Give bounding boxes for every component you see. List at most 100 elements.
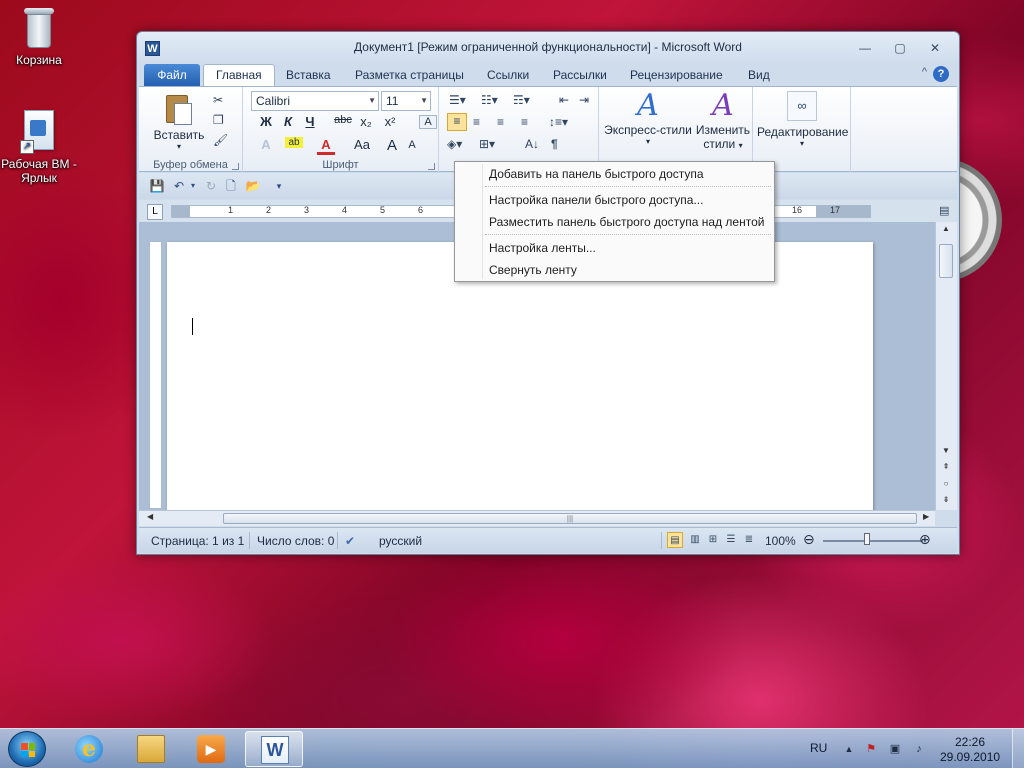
menu-item-show-qat-above[interactable]: Разместить панель быстрого доступа над л… xyxy=(489,215,764,229)
menu-item-add-to-qat[interactable]: Добавить на панель быстрого доступа xyxy=(489,167,704,181)
change-case-button[interactable]: Aa xyxy=(351,137,373,152)
zoom-slider-knob[interactable] xyxy=(864,533,870,545)
italic-button[interactable]: К xyxy=(279,114,297,129)
decrease-indent-icon[interactable]: ⇤ xyxy=(559,93,569,107)
volume-icon[interactable]: ♪ xyxy=(912,742,926,756)
document-page[interactable] xyxy=(167,242,873,510)
title-bar[interactable]: W Документ1 [Режим ограниченной функцион… xyxy=(137,32,959,62)
new-document-icon[interactable]: 🗋 xyxy=(223,178,239,194)
undo-dropdown-icon[interactable]: ▾ xyxy=(185,178,201,194)
clipboard-dialog-launcher[interactable] xyxy=(232,163,239,170)
open-folder-icon[interactable]: 📂 xyxy=(245,178,261,194)
vertical-scroll-thumb[interactable] xyxy=(939,244,953,278)
clear-formatting-icon[interactable]: A xyxy=(419,115,437,129)
scroll-left-icon[interactable]: ◀ xyxy=(147,512,153,521)
zoom-out-icon[interactable]: ⊖ xyxy=(803,531,815,548)
line-spacing-icon[interactable]: ↕≡▾ xyxy=(549,115,568,129)
language-bar[interactable]: RU xyxy=(810,729,840,768)
network-icon[interactable]: ▣ xyxy=(888,742,902,756)
customize-qat-icon[interactable]: ▾ xyxy=(271,178,287,194)
previous-page-icon[interactable]: ⇞ xyxy=(936,462,956,471)
help-icon[interactable]: ? xyxy=(933,66,949,82)
zoom-level[interactable]: 100% xyxy=(765,534,796,548)
paste-button[interactable]: Вставить ▾ xyxy=(151,91,207,151)
grow-font-button[interactable]: A xyxy=(383,137,401,154)
tab-page-layout[interactable]: Разметка страницы xyxy=(355,68,464,82)
redo-icon[interactable]: ↻ xyxy=(203,178,219,194)
desktop-icon-vm-shortcut[interactable]: ↗ Рабочая ВМ - Ярлык xyxy=(1,110,77,185)
vertical-ruler[interactable] xyxy=(149,241,162,509)
scroll-up-icon[interactable]: ▲ xyxy=(936,224,956,233)
input-language[interactable]: RU xyxy=(810,741,827,755)
taskbar-clock[interactable]: 22:26 29.09.2010 xyxy=(940,735,1000,765)
taskbar-windows-explorer[interactable] xyxy=(122,731,180,767)
full-screen-reading-icon[interactable]: ▥ xyxy=(687,532,703,548)
print-layout-view-icon[interactable]: ▤ xyxy=(667,532,683,548)
menu-item-customize-qat[interactable]: Настройка панели быстрого доступа... xyxy=(489,193,703,207)
tab-home[interactable]: Главная xyxy=(203,64,275,86)
tab-selector[interactable]: L xyxy=(147,204,163,220)
borders-icon[interactable]: ⊞▾ xyxy=(479,137,495,151)
strikethrough-button[interactable]: abc xyxy=(331,114,355,126)
scroll-right-icon[interactable]: ▶ xyxy=(923,512,929,521)
tab-view[interactable]: Вид xyxy=(748,68,770,82)
save-icon[interactable]: 💾 xyxy=(149,178,165,194)
page-count[interactable]: Страница: 1 из 1 xyxy=(151,534,244,548)
select-browse-object-icon[interactable]: ○ xyxy=(936,479,956,488)
zoom-in-icon[interactable]: ⊕ xyxy=(919,531,931,548)
underline-button[interactable]: Ч xyxy=(301,114,319,129)
start-button[interactable] xyxy=(8,731,46,767)
cut-icon[interactable]: ✂ xyxy=(213,93,223,107)
proofing-icon[interactable]: ✔ xyxy=(345,534,355,548)
change-styles-button[interactable]: A Изменить стили ▾ xyxy=(695,89,751,152)
subscript-button[interactable]: x₂ xyxy=(357,114,375,129)
show-desktop-button[interactable] xyxy=(1012,729,1024,768)
horizontal-scrollbar[interactable]: ◀ ||| ▶ xyxy=(139,510,935,526)
maximize-button[interactable]: ▢ xyxy=(891,41,909,55)
taskbar-internet-explorer[interactable]: e xyxy=(60,731,118,767)
tab-file[interactable]: Файл xyxy=(144,64,200,86)
superscript-button[interactable]: x² xyxy=(381,114,399,129)
format-painter-icon[interactable]: 🖌 xyxy=(213,133,228,147)
tab-insert[interactable]: Вставка xyxy=(286,68,331,82)
zoom-slider[interactable] xyxy=(823,540,923,542)
taskbar-microsoft-word[interactable]: W xyxy=(245,731,303,767)
outline-view-icon[interactable]: ☰ xyxy=(723,532,739,548)
word-count[interactable]: Число слов: 0 xyxy=(257,534,334,548)
align-center-icon[interactable]: ≡ xyxy=(473,115,480,129)
multilevel-list-icon[interactable]: ☶▾ xyxy=(513,93,530,107)
font-color-icon[interactable]: A xyxy=(317,137,335,155)
shrink-font-button[interactable]: A xyxy=(403,139,421,151)
language-indicator[interactable]: русский xyxy=(379,534,422,548)
horizontal-scroll-thumb[interactable]: ||| xyxy=(223,513,917,524)
justify-icon[interactable]: ≡ xyxy=(521,115,528,129)
align-left-icon[interactable]: ≡ xyxy=(447,113,467,131)
sort-icon[interactable]: A↓ xyxy=(525,137,539,151)
vertical-scrollbar[interactable]: ▲ ▼ ⇞ ○ ⇟ xyxy=(935,222,957,510)
tab-references[interactable]: Ссылки xyxy=(487,68,529,82)
numbering-icon[interactable]: ☷▾ xyxy=(481,93,498,107)
tab-review[interactable]: Рецензирование xyxy=(630,68,723,82)
font-dialog-launcher[interactable] xyxy=(428,163,435,170)
show-hidden-icons[interactable]: ▲ xyxy=(842,742,856,756)
view-ruler-icon[interactable]: ▤ xyxy=(939,204,949,217)
shading-icon[interactable]: ◈▾ xyxy=(447,137,462,151)
collapse-ribbon-icon[interactable]: ^ xyxy=(922,66,927,78)
increase-indent-icon[interactable]: ⇥ xyxy=(579,93,589,107)
bullets-icon[interactable]: ☰▾ xyxy=(449,93,466,107)
taskbar-media-player[interactable]: ▶ xyxy=(182,731,240,767)
text-effects-icon[interactable]: A xyxy=(257,137,275,152)
editing-button[interactable]: ∞ Редактирование ▾ xyxy=(757,91,848,148)
copy-icon[interactable]: ❐ xyxy=(213,113,224,127)
action-center-icon[interactable]: ⚑ xyxy=(864,742,878,756)
menu-item-customize-ribbon[interactable]: Настройка ленты... xyxy=(489,241,596,255)
font-size-combo[interactable]: 11 ▼ xyxy=(381,91,431,111)
web-layout-icon[interactable]: ⊞ xyxy=(705,532,721,548)
close-button[interactable]: ✕ xyxy=(926,41,944,55)
align-right-icon[interactable]: ≡ xyxy=(497,115,504,129)
font-name-combo[interactable]: Calibri ▼ xyxy=(251,91,379,111)
next-page-icon[interactable]: ⇟ xyxy=(936,495,956,504)
minimize-button[interactable]: — xyxy=(856,41,874,55)
draft-view-icon[interactable]: ≣ xyxy=(741,532,757,548)
highlight-icon[interactable]: ab xyxy=(285,137,303,148)
